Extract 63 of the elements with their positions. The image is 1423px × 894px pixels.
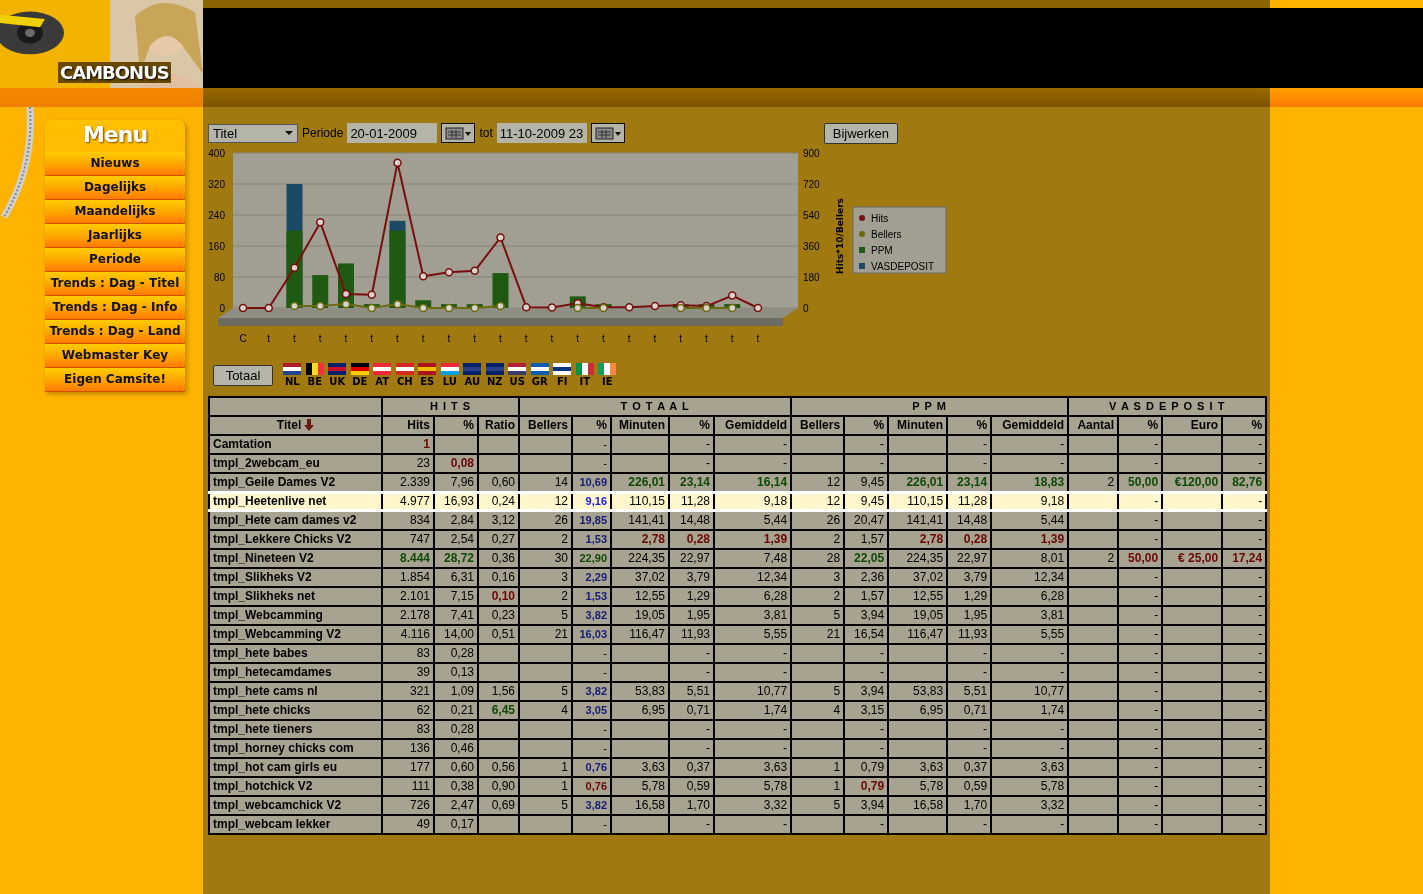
table-cell: 12 [791, 492, 845, 511]
category-label: t [370, 333, 374, 344]
legend-label: VASDEPOSIT [871, 261, 935, 272]
table-cell: 9,16 [572, 492, 611, 511]
table-cell: 110,15 [888, 492, 948, 511]
category-label: t [576, 333, 580, 344]
axis-tick-label: 320 [208, 179, 225, 190]
legend-label: PPM [871, 245, 893, 256]
column-group-header: P P M [791, 397, 1069, 416]
category-label: t [627, 333, 631, 344]
table-cell: 110,15 [611, 492, 669, 511]
table-cell: 9,18 [714, 492, 792, 511]
category-label: t [318, 333, 322, 344]
axis-tick-label: 240 [208, 210, 225, 221]
table-cell: - [1222, 492, 1267, 511]
category-label: t [499, 333, 502, 344]
axis-tick-label: 720 [803, 179, 820, 190]
table-cell: 0,24 [478, 492, 519, 511]
category-label: t [396, 333, 399, 344]
axis-tick-label: 160 [208, 241, 225, 252]
category-label: t [267, 333, 271, 344]
category-label: t [344, 333, 348, 344]
axis-tick-label: 0 [219, 303, 225, 314]
table-cell: 12 [519, 492, 572, 511]
category-label: t [653, 333, 657, 344]
table-cell: 9,18 [991, 492, 1069, 511]
to-label: tot [479, 126, 493, 140]
category-label: t [756, 333, 760, 344]
table-cell: 9,45 [844, 492, 889, 511]
category-label: t [679, 333, 683, 344]
category-label: t [705, 333, 708, 344]
axis-tick-label: 0 [803, 303, 809, 314]
legend-label: Bellers [871, 229, 902, 240]
category-label: t [447, 333, 451, 344]
category-label: t [730, 333, 734, 344]
axis-tick-label: 400 [208, 148, 225, 159]
table-cell: 11,28 [669, 492, 714, 511]
axis-tick-label: 900 [803, 148, 820, 159]
category-label: t [602, 333, 605, 344]
axis-tick-label: 180 [803, 272, 820, 283]
column-group-header: V A S D E P O S I T [1068, 397, 1267, 416]
category-label: t [473, 333, 477, 344]
axis-tick-label: 360 [803, 241, 820, 252]
table-cell: 16,93 [434, 492, 478, 511]
column-group-header: T O T A A L [519, 397, 792, 416]
category-label: t [421, 333, 425, 344]
brand-name: CAMBONUS [58, 62, 171, 83]
menu-title: Menu [81, 121, 149, 149]
axis-tick-label: 80 [213, 272, 225, 283]
table-cell: 11,28 [947, 492, 992, 511]
axis-title: Hits*10/Bellers [835, 198, 845, 274]
category-label: t [550, 333, 554, 344]
legend-label: Hits [871, 213, 889, 224]
period-label: Periode [302, 126, 344, 140]
table-cell: - [1118, 492, 1163, 511]
table-cell: tmpl_Hete cam dames v2 [209, 510, 382, 530]
axis-tick-label: 540 [803, 210, 820, 221]
category-label: C [239, 333, 247, 344]
category-label: t [524, 333, 528, 344]
category-label: t [293, 333, 296, 344]
column-group-header: H I T S [382, 397, 519, 416]
table-cell: tmpl_Heetenlive net [209, 492, 382, 511]
table-cell: 4.977 [382, 492, 434, 511]
